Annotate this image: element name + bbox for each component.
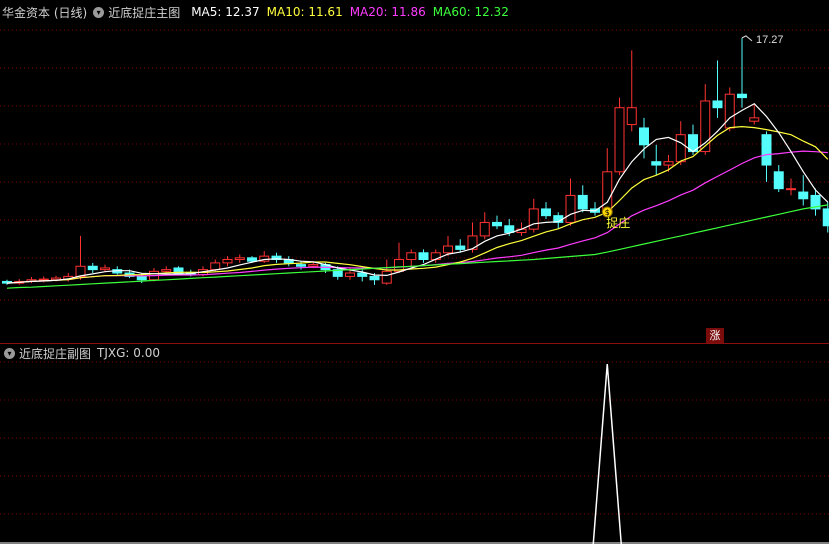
indicator-dropdown-icon[interactable]: ▾ — [93, 6, 105, 18]
ma5-readout: MA5: 12.37 — [191, 5, 260, 19]
candle-body — [749, 117, 760, 122]
candle-body — [443, 245, 453, 254]
main-indicator-name[interactable]: 近底捉庄主图 — [108, 4, 180, 21]
candle-body — [773, 171, 784, 190]
candle-body — [528, 208, 539, 230]
candle-body — [492, 221, 502, 227]
candle-body — [565, 194, 576, 223]
candle-body — [87, 265, 98, 271]
candle-body — [663, 161, 674, 166]
ma60-readout: MA60: 12.32 — [432, 5, 509, 19]
ma10-readout: MA10: 11.61 — [266, 5, 343, 19]
candle-body — [100, 267, 110, 271]
candle-body — [700, 100, 711, 153]
candle-body — [724, 93, 735, 129]
candle-body — [761, 134, 772, 166]
candle-body — [577, 194, 588, 210]
candle-body — [161, 269, 172, 272]
candle-body — [308, 264, 319, 267]
sub-indicator-dropdown-icon[interactable]: ▾ — [4, 347, 15, 359]
candle-body — [210, 262, 221, 271]
candle-body — [822, 208, 829, 227]
candle-body — [296, 264, 306, 267]
candle-body — [639, 127, 649, 146]
candle-body — [357, 272, 368, 277]
candle-body — [712, 100, 723, 109]
stock-title: 华金资本 (日线) — [2, 5, 88, 20]
candle-body — [455, 245, 466, 250]
candle-body — [418, 252, 429, 261]
ma20-line — [6, 150, 828, 284]
tjxg-spike — [592, 363, 622, 544]
sub-header: ▾ 近底捉庄副图 TJXG: 0.00 — [0, 344, 164, 362]
candle-body — [504, 225, 515, 234]
signal-label: 捉庄 — [606, 215, 630, 230]
candle-body — [234, 257, 245, 261]
candle-body — [381, 270, 392, 284]
kline-chart: 17.27$捉庄 — [0, 29, 829, 544]
candle-body — [737, 93, 747, 99]
candle-body — [247, 257, 257, 262]
main-header: 华金资本 (日线) ▾ 近底捉庄主图 MA5: 12.37 MA10: 11.6… — [0, 3, 509, 21]
candle-body — [541, 208, 551, 217]
candle-body — [675, 134, 686, 163]
candle-body — [136, 275, 147, 281]
candle-body — [222, 259, 233, 264]
candle-body — [406, 252, 417, 261]
candle-body — [614, 107, 625, 173]
candle-body — [651, 161, 662, 166]
candle-body — [626, 107, 637, 126]
candle-body — [38, 278, 49, 281]
candle-body — [345, 272, 355, 277]
high-marker — [741, 35, 753, 42]
candlesticks — [2, 37, 829, 285]
sub-indicator-name[interactable]: 近底捉庄副图 — [19, 345, 91, 362]
high-price-label: 17.27 — [756, 34, 784, 46]
candle-body — [369, 275, 380, 281]
ma20-readout: MA20: 11.86 — [349, 5, 426, 19]
candle-body — [602, 171, 613, 213]
candle-body — [479, 221, 490, 237]
candle-body — [786, 188, 796, 191]
sub-indicator-value: TJXG: 0.00 — [97, 346, 160, 360]
sub-indicator-plot — [0, 363, 829, 544]
candle-body — [798, 191, 809, 200]
zhang-badge: 涨 — [706, 328, 724, 343]
